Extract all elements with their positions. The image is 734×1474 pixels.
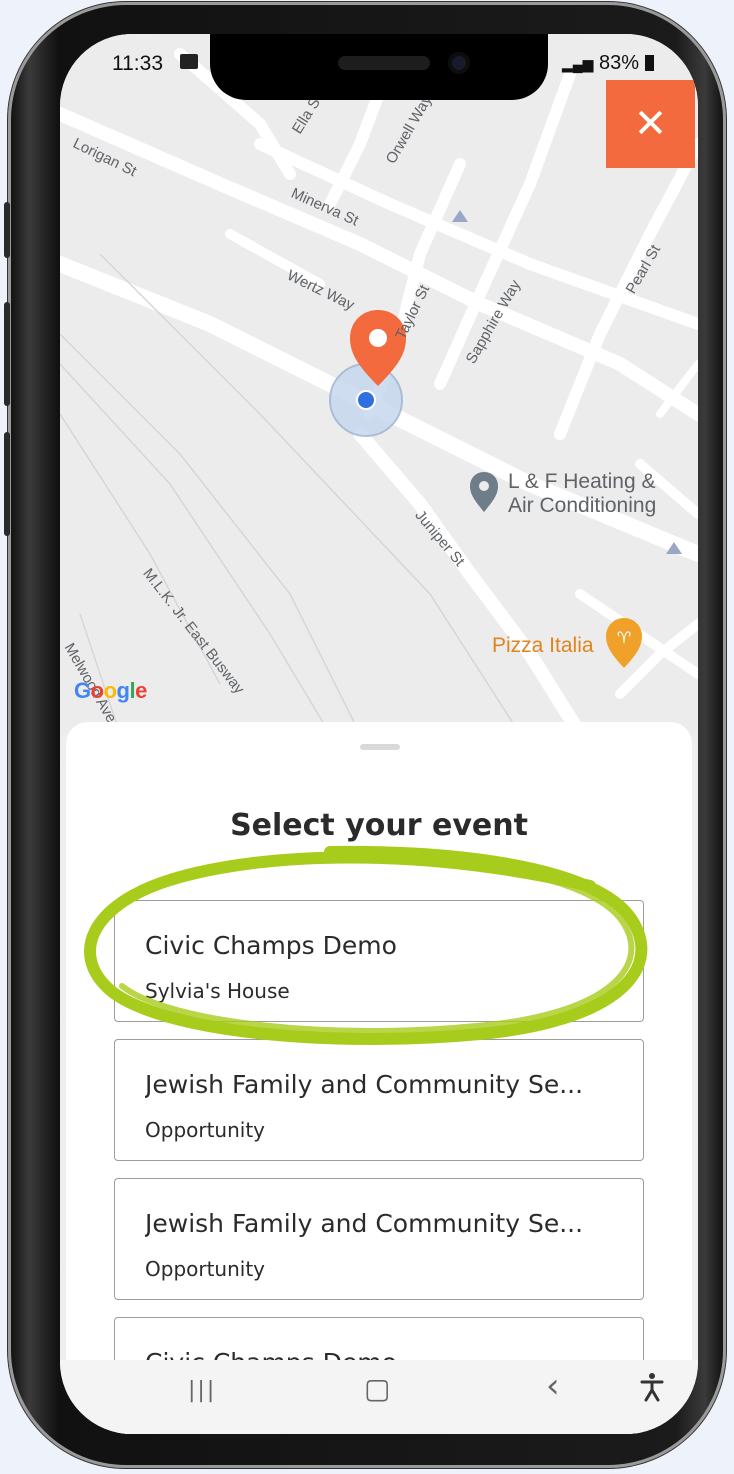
map-streets: ♈ xyxy=(60,48,698,734)
event-card[interactable]: Civic Champs Demo Sylvia's House xyxy=(114,900,644,1022)
screen: ♈ Lorigan St Ella St Orwell Way Minerva … xyxy=(60,34,698,1434)
event-subtitle: Opportunity xyxy=(145,1118,266,1142)
battery-percent: 83% xyxy=(599,52,640,74)
notch xyxy=(210,34,548,100)
mute-switch xyxy=(4,202,10,258)
event-title: Jewish Family and Community Se... xyxy=(145,1070,584,1099)
signal-icon: ▂▄▆ xyxy=(562,56,594,72)
map-view[interactable]: ♈ Lorigan St Ella St Orwell Way Minerva … xyxy=(60,34,698,734)
close-button[interactable]: ✕ xyxy=(606,80,695,168)
recent-apps-button[interactable]: ||| xyxy=(188,1378,216,1403)
svg-text:♈: ♈ xyxy=(617,628,631,647)
restaurant-icon: ♈ xyxy=(606,618,642,668)
poi-label-heating[interactable]: L & F Heating & Air Conditioning xyxy=(508,470,656,518)
volume-up-button xyxy=(4,302,10,406)
event-select-sheet: Select your event Civic Champs Demo Sylv… xyxy=(66,722,692,1434)
status-time: 11:33 xyxy=(112,52,163,75)
event-subtitle: Sylvia's House xyxy=(145,979,290,1003)
phone-frame: ♈ Lorigan St Ella St Orwell Way Minerva … xyxy=(4,2,726,1468)
image-notification-icon xyxy=(180,54,198,69)
google-logo: Google xyxy=(74,678,147,703)
event-subtitle: Opportunity xyxy=(145,1257,266,1281)
poi-label-pizza[interactable]: Pizza Italia xyxy=(492,634,594,658)
accessibility-icon[interactable] xyxy=(640,1372,664,1409)
location-dot xyxy=(356,390,376,410)
back-button[interactable]: ‹ xyxy=(546,1366,560,1406)
camera xyxy=(448,52,470,74)
event-card[interactable]: Jewish Family and Community Se... Opport… xyxy=(114,1178,644,1300)
speaker xyxy=(338,56,430,70)
event-card[interactable]: Jewish Family and Community Se... Opport… xyxy=(114,1039,644,1161)
sheet-title: Select your event xyxy=(230,808,528,843)
battery-icon xyxy=(644,55,654,71)
event-title: Jewish Family and Community Se... xyxy=(145,1209,584,1238)
system-nav-bar: ||| ▢ ‹ xyxy=(60,1360,698,1434)
home-button[interactable]: ▢ xyxy=(364,1372,390,1405)
sheet-drag-handle[interactable] xyxy=(360,744,400,750)
volume-down-button xyxy=(4,432,10,536)
event-title: Civic Champs Demo xyxy=(145,931,397,960)
poi-pin-icon xyxy=(470,472,498,512)
status-battery: ▂▄▆ 83% xyxy=(562,52,654,75)
